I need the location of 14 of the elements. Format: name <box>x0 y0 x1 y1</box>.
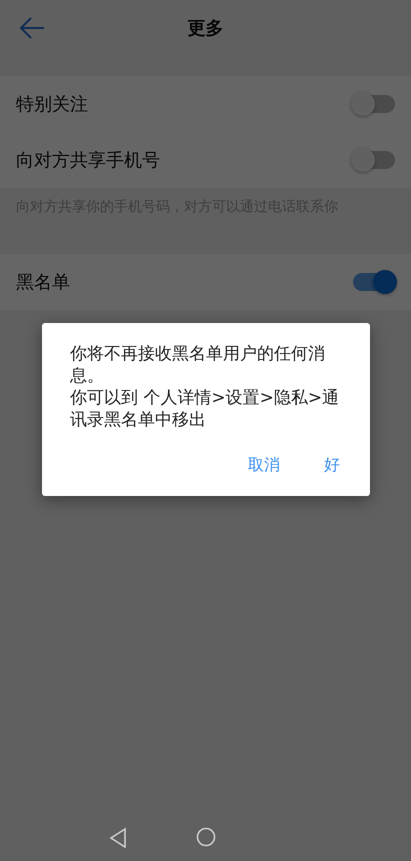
back-nav-icon[interactable] <box>108 827 128 849</box>
dialog-message: 你将不再接收黑名单用户的任何消息。 <box>70 343 326 387</box>
dialog-button[interactable]: 取消 <box>244 453 284 478</box>
dialog-message: 你可以到 个人详情>设置>隐私>通讯录黑名单中移出 <box>70 387 340 431</box>
dialog-button[interactable]: 好 <box>320 453 344 478</box>
toggle-switch[interactable] <box>353 95 395 113</box>
setting-label: 特别关注 <box>16 93 89 116</box>
setting-label: 黑名单 <box>16 271 71 294</box>
home-nav-icon[interactable] <box>196 827 216 847</box>
toggle-switch[interactable] <box>353 151 395 169</box>
setting-label: 向对方共享手机号 <box>16 149 161 172</box>
back-icon[interactable] <box>18 16 46 40</box>
toggle-switch[interactable] <box>353 273 395 291</box>
page-title: 更多 <box>188 17 224 40</box>
